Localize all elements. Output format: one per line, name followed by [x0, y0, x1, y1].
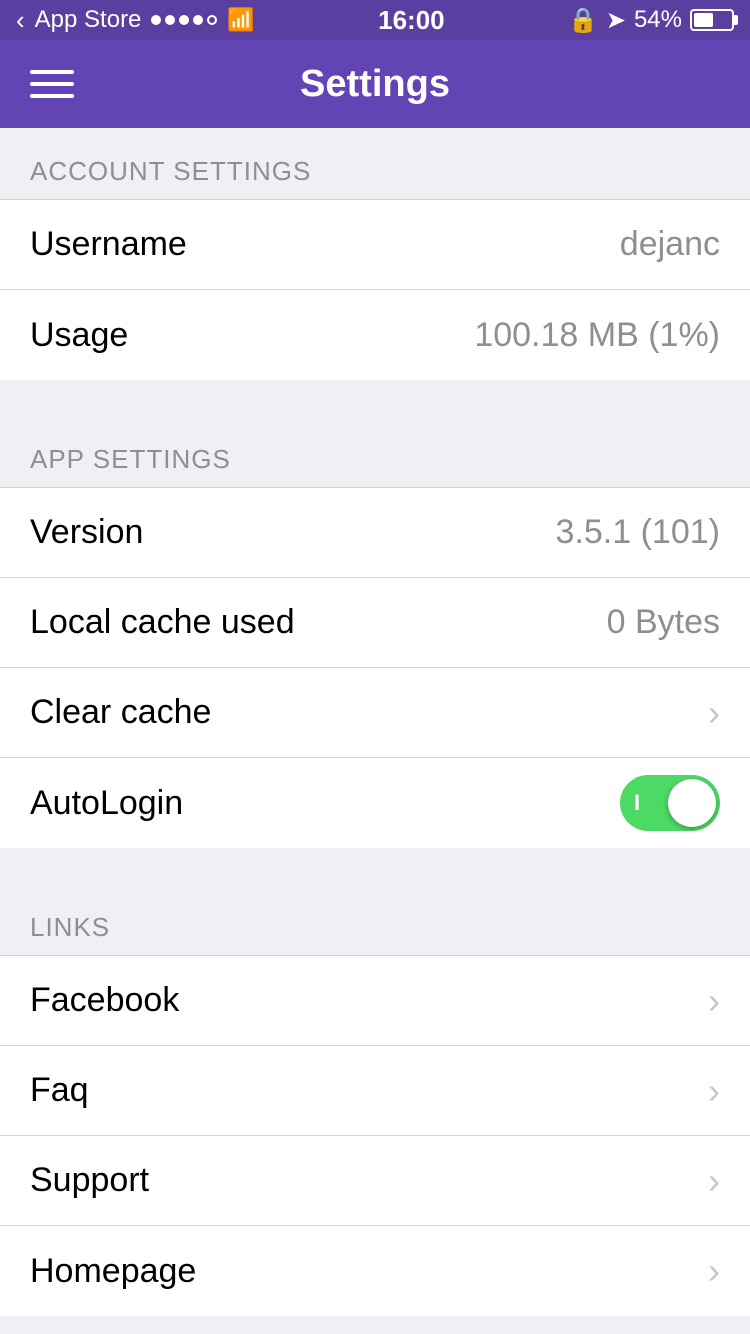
usage-label: Usage: [30, 316, 128, 355]
battery-container: [690, 9, 734, 31]
hamburger-line-1: [30, 70, 74, 74]
local-cache-label: Local cache used: [30, 603, 295, 642]
battery-icon: [690, 9, 734, 31]
homepage-row[interactable]: Homepage ›: [0, 1226, 750, 1316]
username-row: Username dejanc: [0, 200, 750, 290]
toggle-thumb: [668, 779, 716, 827]
clear-cache-chevron-icon: ›: [708, 692, 720, 734]
account-settings-group: Username dejanc Usage 100.18 MB (1%): [0, 200, 750, 380]
carrier-label: App Store: [35, 6, 142, 34]
status-left: ‹ App Store 📶: [16, 5, 255, 36]
app-settings-group: Version 3.5.1 (101) Local cache used 0 B…: [0, 488, 750, 848]
hamburger-line-3: [30, 94, 74, 98]
local-cache-row: Local cache used 0 Bytes: [0, 578, 750, 668]
homepage-chevron-icon: ›: [708, 1250, 720, 1292]
status-right: 🔒 ➤ 54%: [568, 6, 734, 35]
signal-dot-5: [207, 15, 217, 25]
back-chevron-icon: ‹: [16, 5, 25, 36]
lock-icon: 🔒: [568, 6, 598, 35]
support-row[interactable]: Support ›: [0, 1136, 750, 1226]
signal-dot-1: [151, 15, 161, 25]
faq-chevron-icon: ›: [708, 1070, 720, 1112]
signal-dot-3: [179, 15, 189, 25]
support-label: Support: [30, 1161, 149, 1200]
links-header: LINKS: [0, 884, 750, 956]
signal-dot-2: [165, 15, 175, 25]
local-cache-value: 0 Bytes: [607, 603, 720, 642]
divider-2: [0, 848, 750, 884]
support-chevron-icon: ›: [708, 1160, 720, 1202]
faq-row[interactable]: Faq ›: [0, 1046, 750, 1136]
facebook-label: Facebook: [30, 981, 179, 1020]
autologin-label: AutoLogin: [30, 784, 183, 823]
hamburger-line-2: [30, 82, 74, 86]
facebook-row[interactable]: Facebook ›: [0, 956, 750, 1046]
battery-fill: [694, 13, 713, 27]
usage-value: 100.18 MB (1%): [474, 316, 720, 355]
status-bar: ‹ App Store 📶 16:00 🔒 ➤ 54%: [0, 0, 750, 40]
location-icon: ➤: [606, 6, 626, 35]
toggle-on-label: I: [634, 790, 640, 816]
signal-dots: [151, 15, 217, 25]
homepage-label: Homepage: [30, 1252, 196, 1291]
version-value: 3.5.1 (101): [556, 513, 720, 552]
autologin-toggle[interactable]: I: [620, 775, 720, 831]
toggle-track: I: [620, 775, 720, 831]
wifi-icon: 📶: [227, 7, 254, 33]
app-settings-header: APP SETTINGS: [0, 416, 750, 488]
page-title: Settings: [300, 63, 450, 106]
nav-bar: Settings: [0, 40, 750, 128]
divider-1: [0, 380, 750, 416]
signal-dot-4: [193, 15, 203, 25]
clear-cache-label: Clear cache: [30, 693, 211, 732]
hamburger-menu-button[interactable]: [30, 70, 74, 98]
autologin-row[interactable]: AutoLogin I: [0, 758, 750, 848]
faq-label: Faq: [30, 1071, 89, 1110]
facebook-chevron-icon: ›: [708, 980, 720, 1022]
status-time: 16:00: [378, 5, 445, 36]
usage-row: Usage 100.18 MB (1%): [0, 290, 750, 380]
username-label: Username: [30, 225, 187, 264]
version-row: Version 3.5.1 (101): [0, 488, 750, 578]
clear-cache-row[interactable]: Clear cache ›: [0, 668, 750, 758]
username-value: dejanc: [620, 225, 720, 264]
account-settings-header: ACCOUNT SETTINGS: [0, 128, 750, 200]
battery-percent: 54%: [634, 6, 682, 34]
version-label: Version: [30, 513, 143, 552]
links-group: Facebook › Faq › Support › Homepage ›: [0, 956, 750, 1316]
